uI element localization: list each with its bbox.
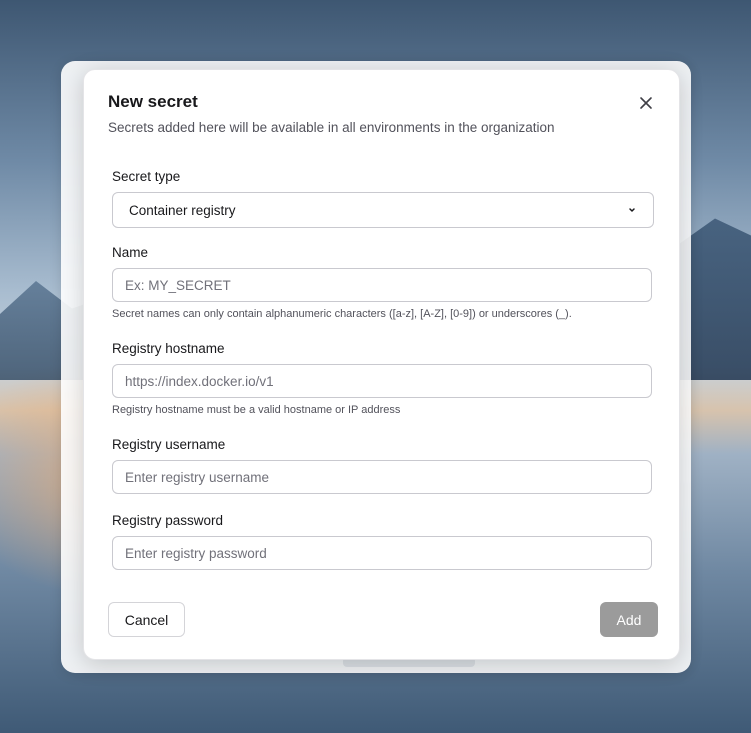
close-icon (640, 97, 652, 109)
name-input[interactable] (112, 268, 652, 302)
new-secret-dialog: New secret Secrets added here will be av… (83, 69, 680, 660)
dialog-subtitle: Secrets added here will be available in … (108, 120, 555, 135)
secret-type-label: Secret type (112, 169, 181, 184)
add-button[interactable]: Add (600, 602, 658, 637)
registry-password-input[interactable] (112, 536, 652, 570)
secret-type-select[interactable]: Container registry (112, 192, 654, 228)
registry-password-label: Registry password (112, 513, 224, 528)
registry-username-input[interactable] (112, 460, 652, 494)
cancel-button[interactable]: Cancel (108, 602, 185, 637)
name-label: Name (112, 245, 149, 260)
dialog-title: New secret (108, 92, 198, 111)
close-button[interactable] (633, 90, 659, 116)
secret-type-value: Container registry (129, 202, 236, 218)
chevron-down-icon (629, 208, 635, 212)
registry-hostname-input[interactable] (112, 364, 652, 398)
name-hint: Secret names can only contain alphanumer… (112, 308, 572, 320)
registry-hostname-hint: Registry hostname must be a valid hostna… (112, 404, 401, 416)
registry-username-label: Registry username (112, 437, 226, 452)
registry-hostname-label: Registry hostname (112, 341, 225, 356)
